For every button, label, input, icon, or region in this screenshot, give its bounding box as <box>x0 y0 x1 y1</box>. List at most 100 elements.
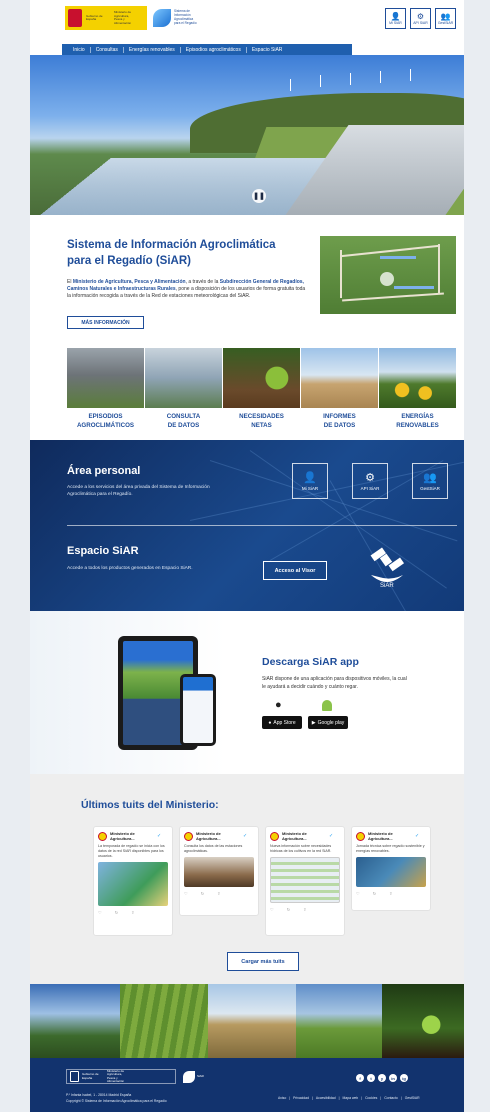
hero-pause-button[interactable]: ❚❚ <box>252 189 266 203</box>
tile-informes-label[interactable]: INFORMES DE DATOS <box>301 412 378 430</box>
tweet-image[interactable] <box>98 862 168 906</box>
footer-siar-logo[interactable]: SiAR <box>183 1069 223 1084</box>
tweet-card[interactable]: Ministerio de Agricultura... ✓ Consulta … <box>179 826 259 916</box>
area-gestsiar-button[interactable]: 👥 GestSiAR <box>412 463 448 499</box>
gov-logo-text: Gobierno de España <box>86 13 103 21</box>
tweet-author: Ministerio de Agricultura... <box>196 831 221 841</box>
field-sign <box>380 256 416 259</box>
area-mi-siar-button[interactable]: 👤 Mi SiAR <box>292 463 328 499</box>
area-button-label: Mi SiAR <box>301 485 319 491</box>
tile-consulta-image[interactable] <box>145 348 222 408</box>
nav-item-episodios[interactable]: Episodios agroclimáticos <box>181 46 247 53</box>
tweet-actions[interactable]: ♡ ↻ ⇪ <box>270 907 340 912</box>
tweet-card[interactable]: Ministerio de Agricultura... ✓ Jornada t… <box>351 826 431 911</box>
tile-label-line: DE DATOS <box>323 422 356 429</box>
footer-link[interactable]: Aviso <box>278 1096 286 1100</box>
intro-text-part: , a través de la <box>185 279 220 285</box>
ministry-logo-text: Ministerio de Agricultura, Pesca y Alime… <box>114 10 132 25</box>
phone-mockup <box>180 674 216 746</box>
twitter-icon[interactable]: t <box>367 1074 375 1082</box>
tile-energias-image[interactable] <box>379 348 456 408</box>
app-store-label: App Store <box>273 719 296 726</box>
tweet-image[interactable] <box>270 857 340 903</box>
facebook-icon[interactable]: f <box>356 1074 364 1082</box>
page: Gobierno de España Ministerio de Agricul… <box>30 0 464 1112</box>
strip-photo-station <box>208 984 296 1058</box>
linkedin-icon[interactable]: in <box>389 1074 397 1082</box>
tweet-avatar <box>270 831 279 841</box>
instagram-icon[interactable]: ig <box>400 1074 408 1082</box>
tweet-actions[interactable]: ♡ ↻ ⇪ <box>98 910 168 915</box>
tile-label-line: ENERGÍAS <box>401 413 434 420</box>
visor-access-button[interactable]: Acceso al Visor <box>263 561 327 580</box>
google-play-badge[interactable]: ▶ Google play <box>308 716 348 729</box>
tweet-header: Ministerio de Agricultura... ✓ <box>184 831 254 841</box>
more-info-button[interactable]: MÁS INFORMACIÓN <box>67 316 144 329</box>
tile-label-line: NETAS <box>251 422 272 429</box>
tweet-author: Ministerio de Agricultura... <box>110 831 135 841</box>
tile-label-line: DE DATOS <box>167 422 200 429</box>
siar-leaf-icon <box>183 1070 195 1083</box>
spain-shield-icon <box>68 9 82 27</box>
satellite-text: SiAR <box>380 583 394 589</box>
footer-link[interactable]: Privacidad <box>293 1096 309 1100</box>
nav-item-inicio[interactable]: Inicio <box>68 46 91 53</box>
footer-link[interactable]: GestSiAR <box>405 1096 420 1100</box>
footer-gov-logo[interactable]: Gobierno de España Ministerio de Agricul… <box>66 1069 176 1084</box>
tweet-avatar <box>98 831 107 841</box>
tweet-author: Ministerio de Agricultura... <box>282 831 307 841</box>
area-api-siar-button[interactable]: ⚙ API SiAR <box>352 463 388 499</box>
footer-link[interactable]: Cookies <box>365 1096 377 1100</box>
header-gestsiar-button[interactable]: 👥 GestSiAR <box>435 8 456 29</box>
tweet-avatar <box>184 831 193 841</box>
field-line <box>342 292 444 302</box>
tile-label-line: NECESIDADES <box>239 413 284 420</box>
tile-informes-image[interactable] <box>301 348 378 408</box>
nav-item-consultas[interactable]: Consultas <box>91 46 124 53</box>
tile-consulta-label[interactable]: CONSULTA DE DATOS <box>145 412 222 430</box>
tweet-author: Ministerio de Agricultura... <box>368 831 393 841</box>
footer-sep: | <box>400 1096 402 1100</box>
tweet-card[interactable]: Ministerio de Agricultura... ✓ Nueva inf… <box>265 826 345 936</box>
tweet-image[interactable] <box>356 857 426 887</box>
header-button-label: Mi SiAR <box>389 21 402 25</box>
field-line <box>438 244 440 294</box>
twitter-icon: ✓ <box>157 833 162 839</box>
field-line <box>340 250 342 298</box>
social-links: f t y in ig <box>356 1074 408 1082</box>
tweet-card[interactable]: Ministerio de Agricultura... ✓ La tempor… <box>93 826 173 936</box>
tile-episodios-image[interactable] <box>67 348 144 408</box>
footer-link[interactable]: Mapa web <box>343 1096 359 1100</box>
tile-episodios-label[interactable]: EPISODIOS AGROCLIMÁTICOS <box>67 412 144 430</box>
nav-item-espacio[interactable]: Espacio SiAR <box>247 47 288 53</box>
tweet-actions[interactable]: ♡ ↻ ⇪ <box>356 891 426 896</box>
load-more-tweets-button[interactable]: Cargar más tuits <box>227 952 299 971</box>
app-title: Descarga SiAR app <box>262 656 359 668</box>
strip-photo-wind <box>30 984 120 1058</box>
header-mi-siar-button[interactable]: 👤 Mi SiAR <box>385 8 406 29</box>
ministry-link[interactable]: Ministerio de Agricultura, Pesca y Alime… <box>73 279 186 285</box>
footer-links: Aviso | Privacidad | Accesibilidad | Mapa w… <box>278 1096 420 1100</box>
app-store-badge[interactable]: ● App Store <box>262 716 302 729</box>
google-play-label: Google play <box>317 719 345 726</box>
play-icon[interactable] <box>380 272 394 286</box>
footer-link[interactable]: Accesibilidad <box>316 1096 336 1100</box>
spain-shield-icon <box>70 1071 79 1082</box>
tweet-image[interactable] <box>184 857 254 887</box>
nav-item-energias[interactable]: Energías renovables <box>124 46 181 53</box>
gov-logo[interactable]: Gobierno de España Ministerio de Agricul… <box>65 6 147 30</box>
footer-copyright: Copyright © Sistema de Información Agroc… <box>66 1098 167 1103</box>
tile-necesidades-label[interactable]: NECESIDADES NETAS <box>223 412 300 430</box>
siar-logo[interactable]: Sistema de Información Agroclimática par… <box>153 6 201 30</box>
apple-small-icon: ● <box>268 719 272 726</box>
header-api-siar-button[interactable]: ⚙ API SiAR <box>410 8 431 29</box>
main-nav: Inicio Consultas Energías renovables Epi… <box>62 44 352 55</box>
tile-necesidades-image[interactable] <box>223 348 300 408</box>
twitter-icon: ✓ <box>415 833 420 839</box>
footer-link[interactable]: Contacto <box>384 1096 398 1100</box>
tile-energias-label[interactable]: ENERGÍAS RENOVABLES <box>379 412 456 430</box>
youtube-icon[interactable]: y <box>378 1074 386 1082</box>
tweet-actions[interactable]: ♡ ↻ ⇪ <box>184 891 254 896</box>
strip-photo-field <box>296 984 382 1058</box>
footer-address: P.º Infanta Isabel, 1 - 28014 Madrid Esp… <box>66 1093 236 1104</box>
